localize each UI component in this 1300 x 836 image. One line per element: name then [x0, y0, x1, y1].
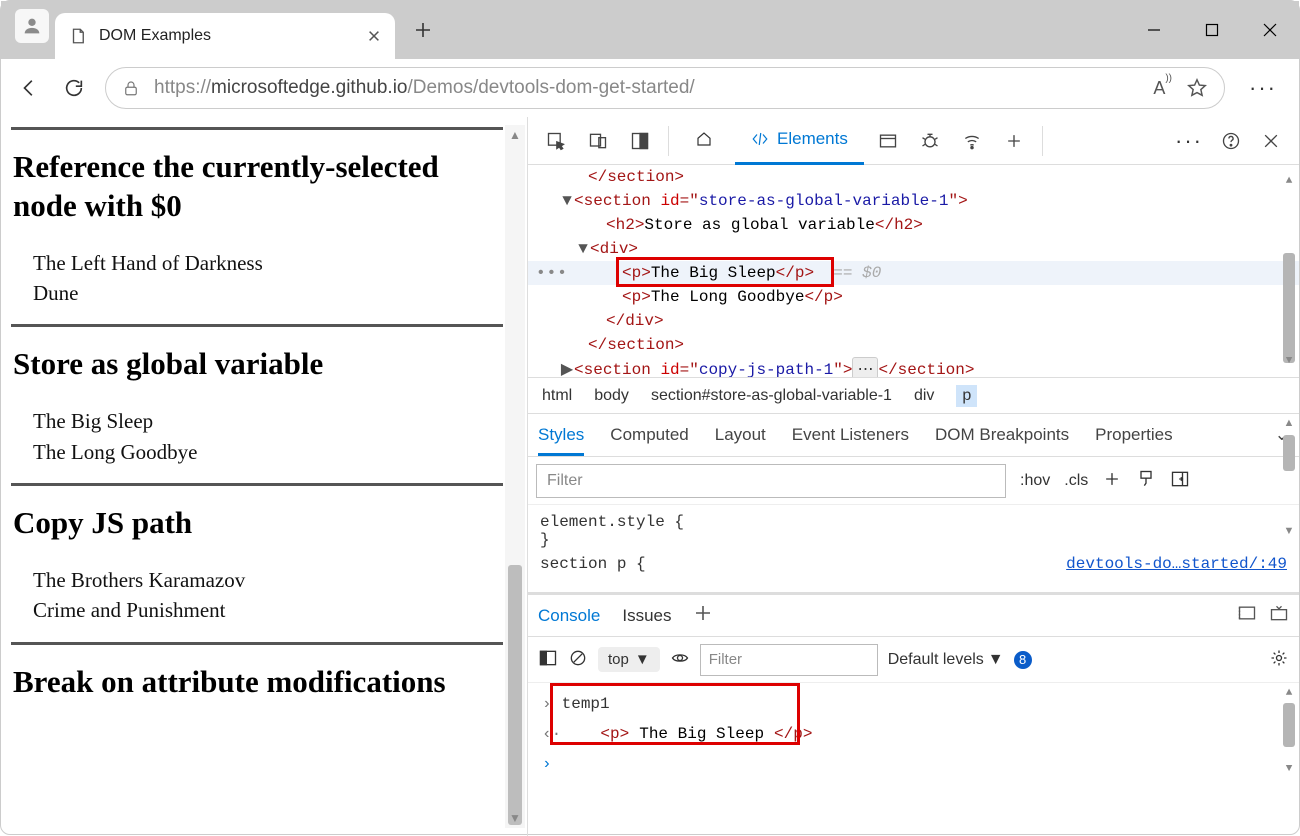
live-expression-icon[interactable]	[670, 648, 690, 672]
window-titlebar: DOM Examples	[1, 1, 1299, 59]
tab-dom-breakpoints[interactable]: DOM Breakpoints	[935, 425, 1069, 445]
add-drawer-tab-icon[interactable]	[694, 604, 712, 627]
refresh-button[interactable]	[61, 75, 87, 101]
selected-node-marker: •••	[536, 261, 568, 285]
context-select[interactable]: top ▼	[598, 647, 660, 672]
styles-toolbar: Filter :hov .cls ▲▼	[528, 457, 1299, 505]
app-tab-icon[interactable]	[870, 123, 906, 159]
section-heading: Break on attribute modifications	[13, 663, 503, 702]
section-heading: Store as global variable	[13, 345, 503, 384]
paint-icon[interactable]	[1136, 469, 1156, 493]
list-item: Dune	[33, 278, 503, 308]
url-text: https://microsoftedge.github.io/Demos/de…	[154, 77, 695, 99]
tab-layout[interactable]: Layout	[715, 425, 766, 445]
read-aloud-icon[interactable]: A))	[1153, 78, 1172, 99]
dom-breadcrumb[interactable]: html body section#store-as-global-variab…	[528, 377, 1299, 413]
console-body[interactable]: ›temp1 ‹· <p>The Big Sleep</p> › ▲▼	[528, 683, 1299, 836]
list-item: The Brothers Karamazov	[33, 565, 503, 595]
home-icon	[695, 130, 713, 148]
more-menu[interactable]: ···	[1243, 75, 1283, 101]
console-settings-icon[interactable]	[1269, 648, 1289, 672]
computed-toggle-icon[interactable]	[1170, 469, 1190, 493]
page-content: Reference the currently-selected node wi…	[1, 117, 527, 836]
lock-icon	[122, 79, 140, 97]
toolbar: https://microsoftedge.github.io/Demos/de…	[1, 59, 1299, 117]
issues-tab[interactable]: Issues	[622, 606, 671, 626]
address-bar[interactable]: https://microsoftedge.github.io/Demos/de…	[105, 67, 1225, 109]
dock-icon[interactable]	[622, 123, 658, 159]
close-tab-icon[interactable]	[367, 29, 381, 43]
code-icon	[751, 130, 769, 148]
new-style-rule-icon[interactable]	[1102, 469, 1122, 493]
new-tab-button[interactable]	[403, 10, 443, 50]
issues-counter[interactable]: 8	[1014, 651, 1032, 669]
console-sidebar-toggle-icon[interactable]	[538, 648, 558, 672]
source-link[interactable]: devtools-do…started/:49	[1066, 555, 1287, 573]
bug-icon[interactable]	[912, 123, 948, 159]
list-item: Crime and Punishment	[33, 595, 503, 625]
back-button[interactable]	[17, 75, 43, 101]
clear-console-icon[interactable]	[568, 648, 588, 672]
styles-rules[interactable]: element.style { } section p { devtools-d…	[528, 505, 1299, 593]
inspect-element-icon[interactable]	[538, 123, 574, 159]
tab-styles[interactable]: Styles	[538, 425, 584, 456]
styles-tabs: Styles Computed Layout Event Listeners D…	[528, 413, 1299, 457]
list-item: The Big Sleep	[33, 406, 503, 436]
console-filter[interactable]: Filter	[700, 644, 878, 676]
person-icon	[21, 15, 43, 37]
favorite-icon[interactable]	[1186, 77, 1208, 99]
section-heading: Copy JS path	[13, 504, 503, 543]
help-icon[interactable]	[1213, 123, 1249, 159]
elements-tab[interactable]: Elements	[735, 117, 864, 165]
scrollbar[interactable]: ▲ ▼	[505, 125, 525, 828]
welcome-tab[interactable]	[679, 117, 729, 165]
devtools-panel: Elements ··· </section> ▼<section id="st…	[527, 117, 1299, 836]
profile-button[interactable]	[15, 9, 49, 43]
console-drawer: Console Issues top ▼ Filter Default leve…	[528, 593, 1299, 836]
window-controls	[1125, 1, 1299, 59]
console-sidebar-icon[interactable]	[1237, 603, 1257, 628]
log-levels[interactable]: Default levels ▼	[888, 651, 1004, 669]
cls-toggle[interactable]: .cls	[1064, 472, 1088, 490]
network-conditions-icon[interactable]	[954, 123, 990, 159]
styles-filter[interactable]: Filter	[536, 464, 1006, 498]
hov-toggle[interactable]: :hov	[1020, 472, 1050, 490]
tab-title: DOM Examples	[99, 27, 211, 45]
minimize-button[interactable]	[1125, 1, 1183, 59]
device-toggle-icon[interactable]	[580, 123, 616, 159]
tab-properties[interactable]: Properties	[1095, 425, 1172, 445]
browser-tab[interactable]: DOM Examples	[55, 13, 395, 59]
devtools-toolbar: Elements ···	[528, 117, 1299, 165]
close-devtools-icon[interactable]	[1253, 123, 1289, 159]
scrollbar[interactable]: ▲▼	[1281, 169, 1297, 373]
devtools-more-icon[interactable]: ···	[1169, 128, 1209, 154]
maximize-button[interactable]	[1183, 1, 1241, 59]
scrollbar[interactable]: ▲▼	[1281, 687, 1297, 775]
tab-computed[interactable]: Computed	[610, 425, 688, 445]
page-icon	[69, 27, 87, 45]
console-tab[interactable]: Console	[538, 606, 600, 626]
elements-tree[interactable]: </section> ▼<section id="store-as-global…	[528, 165, 1299, 377]
console-input-line: temp1	[562, 695, 610, 713]
drawer-collapse-icon[interactable]	[1269, 603, 1289, 628]
more-tabs-icon[interactable]	[996, 123, 1032, 159]
close-window-button[interactable]	[1241, 1, 1299, 59]
section-heading: Reference the currently-selected node wi…	[13, 148, 503, 226]
tab-event-listeners[interactable]: Event Listeners	[792, 425, 909, 445]
list-item: The Long Goodbye	[33, 437, 503, 467]
list-item: The Left Hand of Darkness	[33, 248, 503, 278]
